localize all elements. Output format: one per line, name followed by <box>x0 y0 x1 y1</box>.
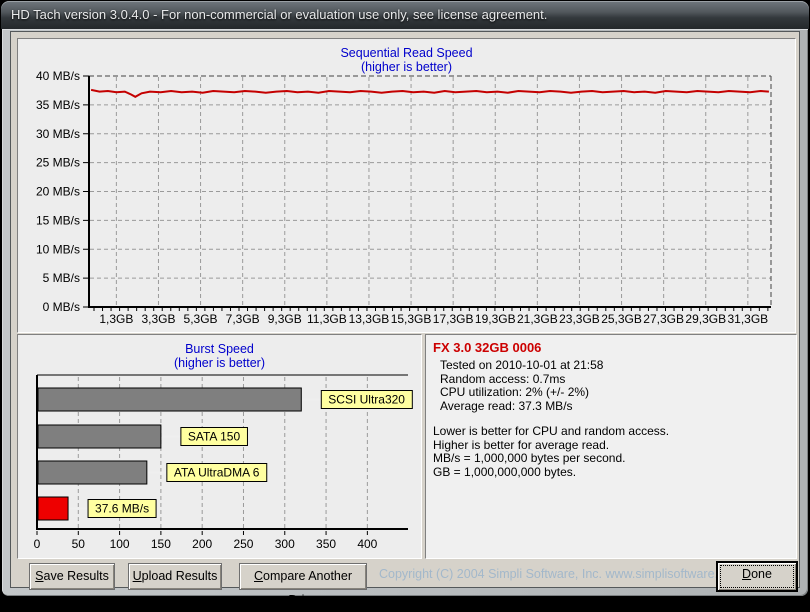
note-line: GB = 1,000,000,000 bytes. <box>433 464 577 479</box>
results-panel: FX 3.0 32GB 0006 Tested on 2010-10-01 at… <box>425 334 797 559</box>
titlebar[interactable]: HD Tach version 3.0.4.0 - For non-commer… <box>1 1 809 29</box>
svg-text:SCSI Ultra320: SCSI Ultra320 <box>328 393 405 407</box>
sequential-read-chart: 0 MB/s 5 MB/s 10 MB/s 15 MB/s 20 MB/s 25 MB/s… <box>36 69 772 326</box>
save-results-button[interactable]: Save Results <box>29 563 115 590</box>
done-button[interactable]: Done <box>716 561 798 592</box>
legend-notes: Lower is better for CPU and random acces… <box>433 424 670 479</box>
svg-text:100: 100 <box>110 537 130 551</box>
stat-cpu-utilization: CPU utilization: 2% (+/- 2%) <box>440 385 590 399</box>
app-window: HD Tach version 3.0.4.0 - For non-commer… <box>0 0 810 607</box>
svg-text:400: 400 <box>357 537 377 551</box>
copyright-text: Copyright (C) 2004 Simpli Software, Inc.… <box>379 567 742 581</box>
svg-text:15,3GB: 15,3GB <box>391 312 432 326</box>
svg-text:350: 350 <box>316 537 336 551</box>
svg-text:250: 250 <box>233 537 253 551</box>
svg-text:10 MB/s: 10 MB/s <box>36 242 80 256</box>
svg-text:5,3GB: 5,3GB <box>184 312 218 326</box>
note-line: MB/s = 1,000,000 bytes per second. <box>433 451 626 465</box>
svg-text:15 MB/s: 15 MB/s <box>36 213 80 227</box>
svg-text:17,3GB: 17,3GB <box>433 312 474 326</box>
window-frame: Sequential Read Speed (higher is better)… <box>2 29 808 607</box>
svg-text:3,3GB: 3,3GB <box>141 312 175 326</box>
svg-text:23,3GB: 23,3GB <box>559 312 600 326</box>
svg-text:5 MB/s: 5 MB/s <box>43 271 80 285</box>
chart-title-line2: (higher is better) <box>173 356 265 370</box>
svg-text:31,3GB: 31,3GB <box>727 312 768 326</box>
sequential-read-panel: Sequential Read Speed (higher is better)… <box>17 38 796 333</box>
burst-speed-chart-title: Burst Speed (higher is better) <box>18 342 421 370</box>
svg-text:37.6 MB/s: 37.6 MB/s <box>95 502 149 516</box>
svg-text:30 MB/s: 30 MB/s <box>36 127 80 141</box>
svg-text:25,3GB: 25,3GB <box>601 312 642 326</box>
svg-text:1,3GB: 1,3GB <box>99 312 133 326</box>
svg-text:0: 0 <box>34 537 41 551</box>
chart-title-line1: Burst Speed <box>185 342 254 356</box>
svg-text:200: 200 <box>192 537 212 551</box>
svg-text:19,3GB: 19,3GB <box>475 312 516 326</box>
upload-results-button[interactable]: Upload Results <box>128 563 222 590</box>
svg-text:SATA 150: SATA 150 <box>188 430 241 444</box>
drive-stats: Tested on 2010-10-01 at 21:58 Random acc… <box>440 358 604 413</box>
svg-text:300: 300 <box>275 537 295 551</box>
client-area: Sequential Read Speed (higher is better)… <box>10 31 800 607</box>
svg-text:150: 150 <box>151 537 171 551</box>
svg-text:20 MB/s: 20 MB/s <box>36 185 80 199</box>
svg-text:25 MB/s: 25 MB/s <box>36 156 80 170</box>
svg-text:21,3GB: 21,3GB <box>517 312 558 326</box>
compare-another-drive-button[interactable]: Compare Another Drive <box>239 563 367 607</box>
done-button-label: Done <box>742 567 772 581</box>
note-line: Lower is better for CPU and random acces… <box>433 424 670 438</box>
stat-average-read: Average read: 37.3 MB/s <box>440 398 573 413</box>
window-title: HD Tach version 3.0.4.0 - For non-commer… <box>11 7 548 22</box>
chart-title-line1: Sequential Read Speed <box>340 46 473 60</box>
svg-text:9,3GB: 9,3GB <box>268 312 302 326</box>
svg-text:13,3GB: 13,3GB <box>349 312 390 326</box>
svg-text:29,3GB: 29,3GB <box>685 312 726 326</box>
svg-text:7,3GB: 7,3GB <box>226 312 260 326</box>
svg-text:ATA UltraDMA 6: ATA UltraDMA 6 <box>174 466 260 480</box>
svg-text:27,3GB: 27,3GB <box>643 312 684 326</box>
svg-text:50: 50 <box>72 537 86 551</box>
note-line: Higher is better for average read. <box>433 437 610 452</box>
sequential-read-chart-title: Sequential Read Speed (higher is better) <box>18 46 795 74</box>
burst-speed-panel: Burst Speed (higher is better) 0 50 100 150… <box>17 334 422 559</box>
stat-random-access: Random access: 0.7ms <box>440 371 566 386</box>
svg-text:0 MB/s: 0 MB/s <box>43 300 80 314</box>
stat-tested-on: Tested on 2010-10-01 at 21:58 <box>440 358 604 372</box>
svg-text:11,3GB: 11,3GB <box>307 312 347 326</box>
chart-title-line2: (higher is better) <box>360 60 452 74</box>
drive-name: FX 3.0 32GB 0006 <box>433 340 542 355</box>
svg-text:35 MB/s: 35 MB/s <box>36 98 80 112</box>
